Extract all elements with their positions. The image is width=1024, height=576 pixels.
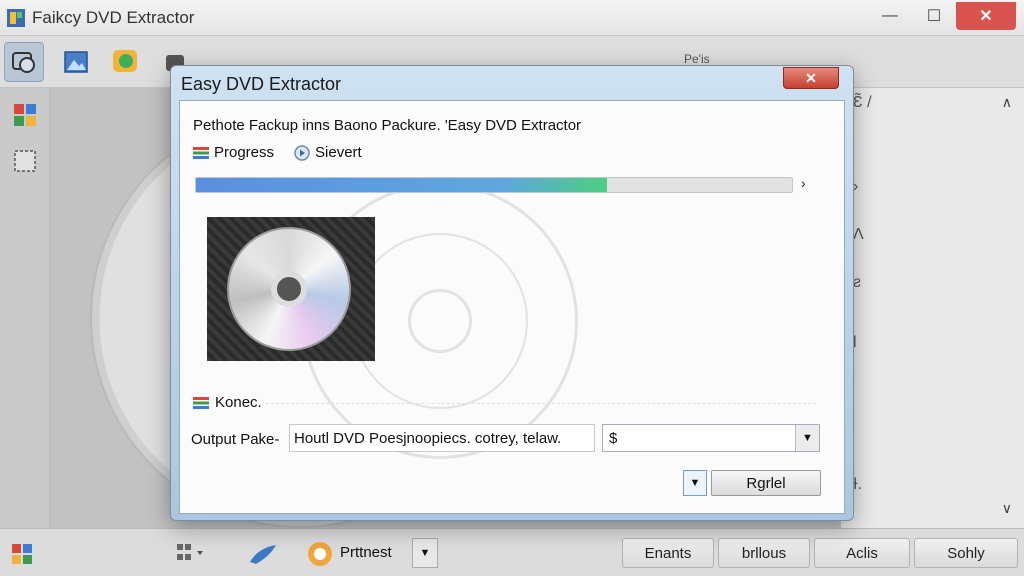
option-row: Progress Sievert (193, 144, 376, 161)
dialog-title: Easy DVD Extractor (181, 74, 342, 94)
chevron-down-icon: ▼ (419, 547, 431, 559)
select-option-label: Sievert (315, 144, 362, 161)
chevron-down-icon: ▼ (689, 477, 701, 489)
chat-icon (113, 50, 137, 72)
dvd-disc-icon (227, 227, 351, 351)
cancel-button[interactable]: Rgrlel (711, 470, 821, 496)
output-path-field[interactable]: Houtl DVD Poesjnoopiecs. cotrey, telaw. (289, 424, 595, 452)
preset-label: Prttnest (340, 544, 392, 561)
extractor-dialog: Easy DVD Extractor ✕ Pethote Fackup inns… (170, 65, 854, 521)
separator-line (266, 403, 816, 404)
watermark-ring (408, 289, 472, 353)
toolbar-image-button[interactable] (56, 42, 96, 82)
format-select-value: $ (609, 430, 618, 447)
chevron-down-icon: ▼ (795, 425, 819, 451)
left-rail (0, 88, 50, 528)
maximize-button[interactable]: ☐ (912, 2, 956, 30)
main-close-button[interactable]: ✕ (956, 2, 1016, 30)
chevron-right-icon[interactable]: › (801, 175, 806, 191)
select-frame-icon[interactable] (12, 148, 38, 174)
format-select[interactable]: $ ▼ (602, 424, 820, 452)
dialog-description: Pethote Fackup inns Baono Packure. 'Easy… (193, 117, 582, 134)
disc-thumbnail (207, 217, 375, 361)
panel-collapse-chevron-icon[interactable]: ∧ (1002, 94, 1012, 111)
preset-icon (308, 542, 332, 566)
select-option[interactable]: Sievert (294, 144, 362, 161)
progress-bar-fill (196, 178, 608, 192)
brush-icon[interactable] (248, 542, 280, 566)
shape-icon (12, 52, 35, 73)
radio-arrow-icon (294, 144, 310, 161)
bottom-button-4[interactable]: Sohly (914, 538, 1018, 568)
bottom-button-2[interactable]: brllous (718, 538, 810, 568)
palette-icon[interactable] (12, 102, 38, 128)
bottom-button-3[interactable]: Aclis (814, 538, 910, 568)
output-path-label: Output Pake- (191, 431, 280, 448)
toolbar-label: Pe'is (684, 52, 710, 66)
options-dropdown[interactable]: ▼ (683, 470, 707, 496)
grid-icon[interactable] (176, 542, 206, 564)
tools-icon[interactable] (10, 542, 34, 566)
right-panel: ∧ Ɛ̃ / › Ʌ ƨ Ɩ Ɨ. ∨ (840, 88, 1024, 528)
preset-dropdown[interactable]: ▼ (412, 538, 438, 568)
main-titlebar: Faikcy DVD Extractor — ☐ ✕ (0, 0, 1024, 36)
panel-expand-chevron-icon[interactable]: ∨ (1002, 500, 1012, 517)
toolbar-chat-button[interactable] (106, 42, 146, 82)
bottom-bar: Prttnest ▼ Enants brllous Aclis Sohly (0, 528, 1024, 576)
toolbar-shape-button[interactable] (4, 42, 44, 82)
panel-glyph: Ʌ (853, 226, 864, 243)
progress-option[interactable]: Progress (193, 144, 274, 161)
minimize-button[interactable]: — (868, 2, 912, 30)
dialog-close-button[interactable]: ✕ (783, 67, 839, 89)
status-label: Konec. (215, 394, 262, 411)
panel-glyph: ƨ (853, 274, 861, 291)
progress-option-label: Progress (214, 144, 275, 161)
status-list-icon (193, 396, 209, 409)
app-logo-icon (7, 9, 25, 27)
main-window-title: Faikcy DVD Extractor (32, 8, 195, 27)
panel-glyph: Ɨ. (853, 476, 862, 493)
panel-glyph: Ɛ̃ / (853, 94, 872, 111)
progress-bar (195, 177, 793, 193)
progress-list-icon (193, 146, 209, 159)
status-row: Konec. (193, 394, 262, 411)
bottom-button-1[interactable]: Enants (622, 538, 714, 568)
image-icon (64, 51, 88, 73)
